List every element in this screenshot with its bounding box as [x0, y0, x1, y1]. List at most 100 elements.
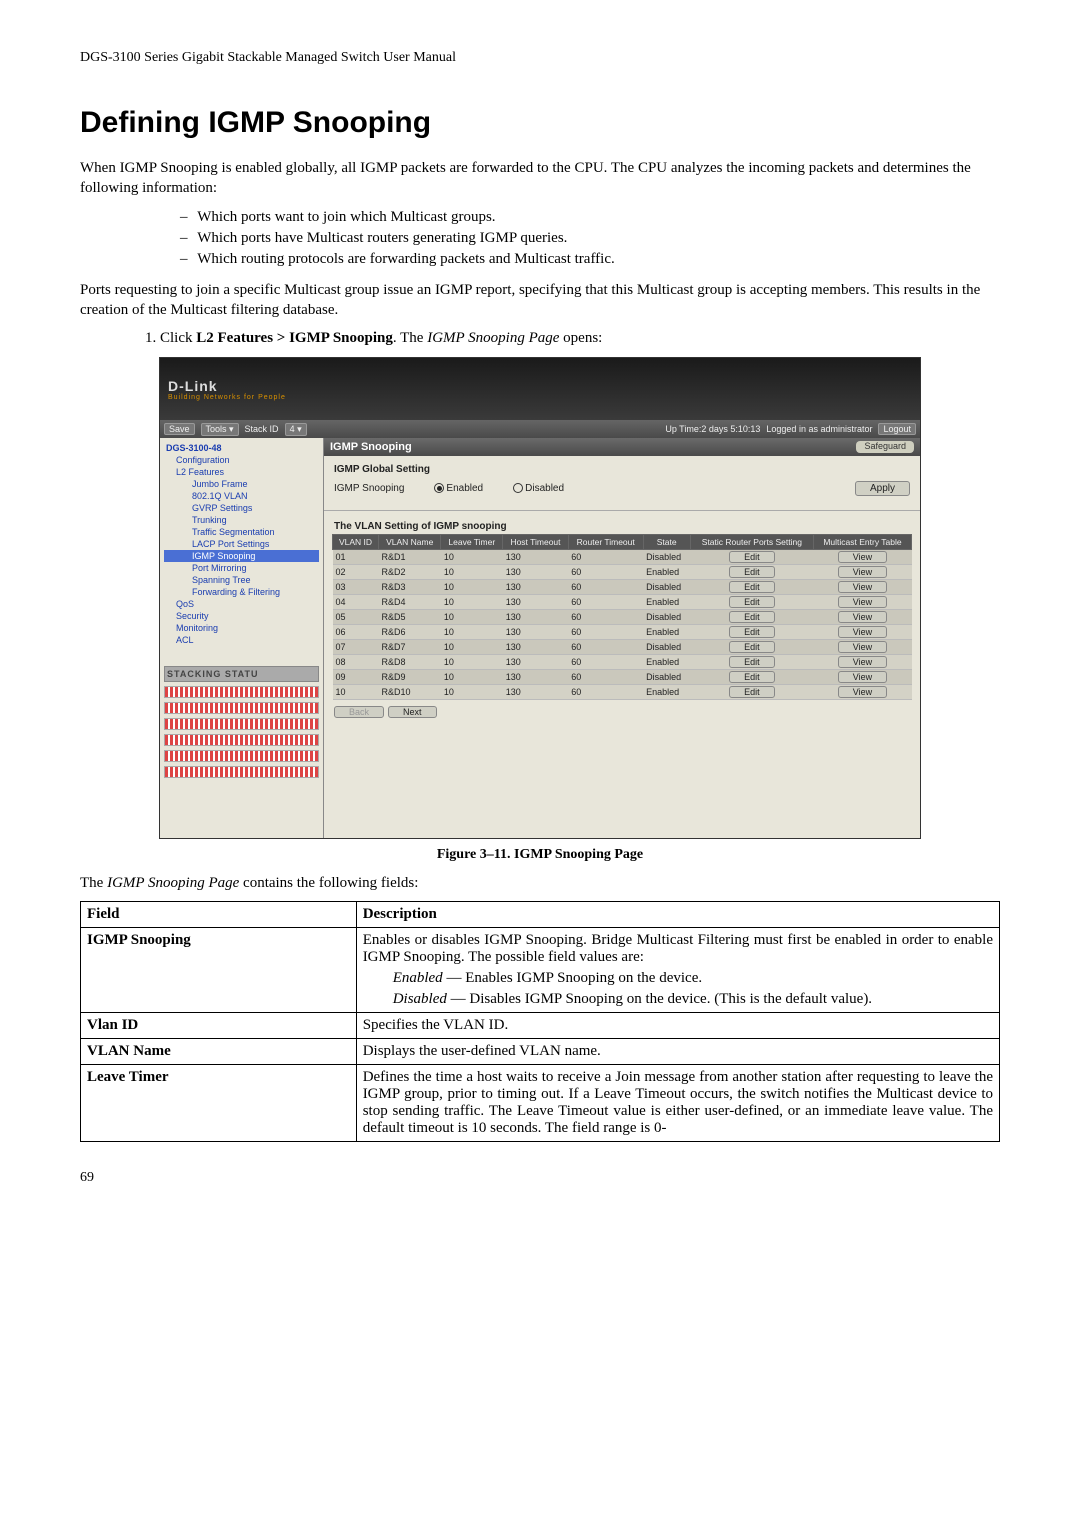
tree-node[interactable]: QoS — [164, 598, 319, 610]
tree-node[interactable]: 802.1Q VLAN — [164, 490, 319, 502]
tree-node[interactable]: Jumbo Frame — [164, 478, 319, 490]
cell: 60 — [568, 565, 643, 580]
fields-table: Field Description IGMP Snooping Enables … — [80, 901, 1000, 1142]
edit-button[interactable]: Edit — [729, 581, 775, 593]
edit-button[interactable]: Edit — [729, 656, 775, 668]
brand-tagline: Building Networks for People — [168, 394, 286, 401]
radio-enabled[interactable]: Enabled — [434, 483, 483, 494]
cell: R&D4 — [379, 595, 441, 610]
cell: 10 — [441, 670, 503, 685]
cell-view: View — [813, 550, 911, 565]
stack-unit-graphic — [164, 702, 319, 714]
field-description: Defines the time a host waits to receive… — [356, 1065, 999, 1142]
view-button[interactable]: View — [838, 611, 887, 623]
column-header: Host Timeout — [503, 535, 569, 550]
back-button[interactable]: Back — [334, 706, 384, 718]
cell: Disabled — [643, 580, 690, 595]
text-italic: IGMP Snooping Page — [107, 875, 239, 891]
cell: 130 — [503, 685, 569, 700]
cell: Disabled — [643, 640, 690, 655]
edit-button[interactable]: Edit — [729, 626, 775, 638]
figure-caption: Figure 3–11. IGMP Snooping Page — [80, 847, 1000, 863]
tree-node[interactable]: Port Mirroring — [164, 562, 319, 574]
cell: 130 — [503, 670, 569, 685]
view-button[interactable]: View — [838, 626, 887, 638]
table-row: 01R&D11013060DisabledEditView — [333, 550, 912, 565]
tree-node[interactable]: LACP Port Settings — [164, 538, 319, 550]
nav-tree[interactable]: DGS-3100-48ConfigurationL2 FeaturesJumbo… — [160, 438, 324, 838]
cell: R&D3 — [379, 580, 441, 595]
radio-dot-icon — [434, 483, 444, 493]
logout-button[interactable]: Logout — [878, 423, 916, 435]
cell: 10 — [441, 595, 503, 610]
field-name-text: Leave Timer — [87, 1069, 169, 1085]
desc-text: Enables or disables IGMP Snooping. Bridg… — [363, 932, 993, 965]
tree-node[interactable]: Forwarding & Filtering — [164, 586, 319, 598]
table-row: 06R&D61013060EnabledEditView — [333, 625, 912, 640]
tree-node[interactable]: Traffic Segmentation — [164, 526, 319, 538]
save-button[interactable]: Save — [164, 423, 195, 435]
fields-intro: The IGMP Snooping Page contains the foll… — [80, 873, 1000, 893]
cell: 10 — [441, 610, 503, 625]
cell: 130 — [503, 550, 569, 565]
cell: 60 — [568, 685, 643, 700]
uptime-label: Up Time:2 days 5:10:13 — [665, 424, 760, 434]
tools-dropdown[interactable]: Tools ▾ — [201, 423, 239, 436]
view-button[interactable]: View — [838, 581, 887, 593]
column-header: State — [643, 535, 690, 550]
tree-node[interactable]: Trunking — [164, 514, 319, 526]
column-header: Leave Timer — [441, 535, 503, 550]
table-row: 08R&D81013060EnabledEditView — [333, 655, 912, 670]
view-button[interactable]: View — [838, 641, 887, 653]
table-row: 05R&D51013060DisabledEditView — [333, 610, 912, 625]
stack-id-select[interactable]: 4 ▾ — [285, 423, 307, 436]
bullet-item: Which ports want to join which Multicast… — [180, 207, 1000, 228]
view-button[interactable]: View — [838, 566, 887, 578]
table-row: 07R&D71013060DisabledEditView — [333, 640, 912, 655]
edit-button[interactable]: Edit — [729, 611, 775, 623]
edit-button[interactable]: Edit — [729, 671, 775, 683]
tree-node[interactable]: Security — [164, 610, 319, 622]
view-button[interactable]: View — [838, 656, 887, 668]
cell: Disabled — [643, 610, 690, 625]
apply-button[interactable]: Apply — [855, 481, 910, 496]
cell: 10 — [441, 550, 503, 565]
cell: Enabled — [643, 625, 690, 640]
tree-node[interactable]: L2 Features — [164, 466, 319, 478]
cell: R&D6 — [379, 625, 441, 640]
tree-node[interactable]: DGS-3100-48 — [164, 442, 319, 454]
tree-node[interactable]: Configuration — [164, 454, 319, 466]
edit-button[interactable]: Edit — [729, 596, 775, 608]
tree-node[interactable]: ACL — [164, 634, 319, 646]
view-button[interactable]: View — [838, 551, 887, 563]
cell-edit: Edit — [690, 640, 813, 655]
cell: 10 — [441, 565, 503, 580]
tree-node[interactable]: GVRP Settings — [164, 502, 319, 514]
bullet-item: Which ports have Multicast routers gener… — [180, 228, 1000, 249]
edit-button[interactable]: Edit — [729, 551, 775, 563]
edit-button[interactable]: Edit — [729, 686, 775, 698]
cell: 10 — [333, 685, 379, 700]
embedded-screenshot: D-Link Building Networks for People Save… — [159, 357, 921, 839]
view-button[interactable]: View — [838, 686, 887, 698]
view-button[interactable]: View — [838, 671, 887, 683]
next-button[interactable]: Next — [388, 706, 437, 718]
field-name: VLAN Name — [81, 1039, 357, 1065]
desc-emph: Disabled — [393, 991, 447, 1007]
tree-node[interactable]: Spanning Tree — [164, 574, 319, 586]
cell-edit: Edit — [690, 580, 813, 595]
desc-emph: Enabled — [393, 970, 443, 986]
edit-button[interactable]: Edit — [729, 641, 775, 653]
cell: 01 — [333, 550, 379, 565]
cell-edit: Edit — [690, 670, 813, 685]
radio-dot-icon — [513, 483, 523, 493]
cell: R&D2 — [379, 565, 441, 580]
edit-button[interactable]: Edit — [729, 566, 775, 578]
cell-edit: Edit — [690, 610, 813, 625]
tree-node[interactable]: IGMP Snooping — [164, 550, 319, 562]
view-button[interactable]: View — [838, 596, 887, 608]
tree-node[interactable]: Monitoring — [164, 622, 319, 634]
radio-disabled[interactable]: Disabled — [513, 483, 564, 494]
cell-edit: Edit — [690, 550, 813, 565]
cell: Disabled — [643, 550, 690, 565]
